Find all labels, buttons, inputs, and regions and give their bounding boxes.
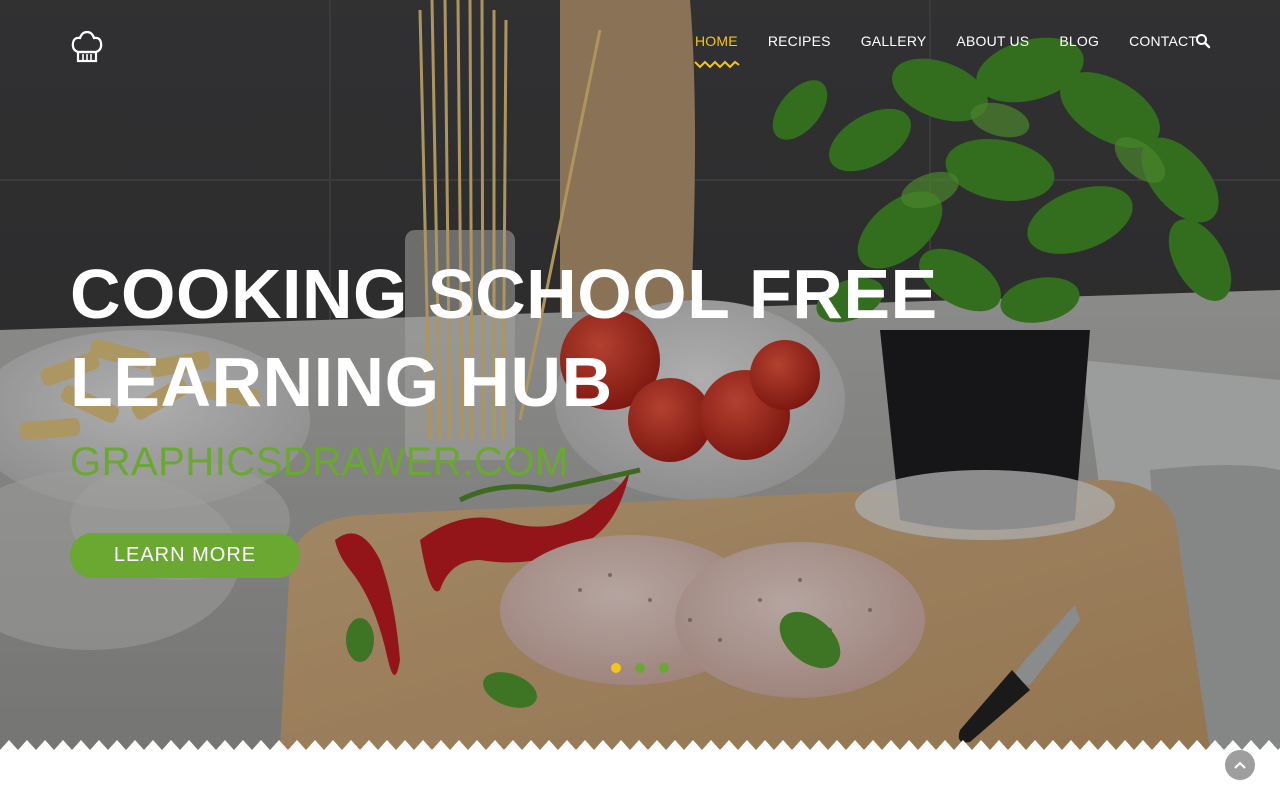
hero-title-line1: COOKING SCHOOL FREE — [70, 255, 938, 333]
nav-home-label: HOME — [695, 33, 738, 49]
hero-subtitle: GRAPHICSDRAWER.COM — [70, 440, 569, 484]
slider-dot-2[interactable] — [635, 663, 645, 673]
search-icon[interactable] — [1195, 33, 1211, 49]
zigzag-divider — [0, 740, 1280, 752]
nav-blog-label: BLOG — [1059, 33, 1100, 49]
chef-hat-icon[interactable] — [70, 30, 104, 64]
nav-gallery-label: GALLERY — [860, 33, 927, 49]
chevron-up-icon — [1234, 761, 1246, 769]
nav-about-us[interactable]: ABOUT US — [956, 33, 1029, 49]
hero-title: COOKING SCHOOL FREE LEARNING HUB — [70, 250, 970, 426]
back-to-top-button[interactable] — [1225, 750, 1255, 780]
nav-gallery[interactable]: GALLERY — [861, 33, 927, 49]
nav-about-us-label: ABOUT US — [956, 33, 1030, 49]
slider-dot-3[interactable] — [659, 663, 669, 673]
nav-contact[interactable]: CONTACT — [1129, 33, 1197, 49]
main-nav: HOME RECIPES GALLERY ABOUT US BLOG CONTA… — [694, 32, 1227, 69]
nav-blog[interactable]: BLOG — [1059, 33, 1099, 49]
nav-recipes[interactable]: RECIPES — [768, 33, 831, 49]
slider-dots — [611, 663, 683, 673]
nav-contact-label: CONTACT — [1129, 33, 1198, 49]
hero-banner: HOME RECIPES GALLERY ABOUT US BLOG CONTA… — [0, 0, 1280, 750]
learn-more-button[interactable]: LEARN MORE — [70, 533, 300, 578]
nav-recipes-label: RECIPES — [767, 33, 831, 49]
nav-home[interactable]: HOME — [694, 33, 740, 69]
active-zigzag-indicator — [694, 60, 740, 69]
slider-dot-1[interactable] — [611, 663, 621, 673]
hero-title-line2: LEARNING HUB — [70, 343, 613, 421]
